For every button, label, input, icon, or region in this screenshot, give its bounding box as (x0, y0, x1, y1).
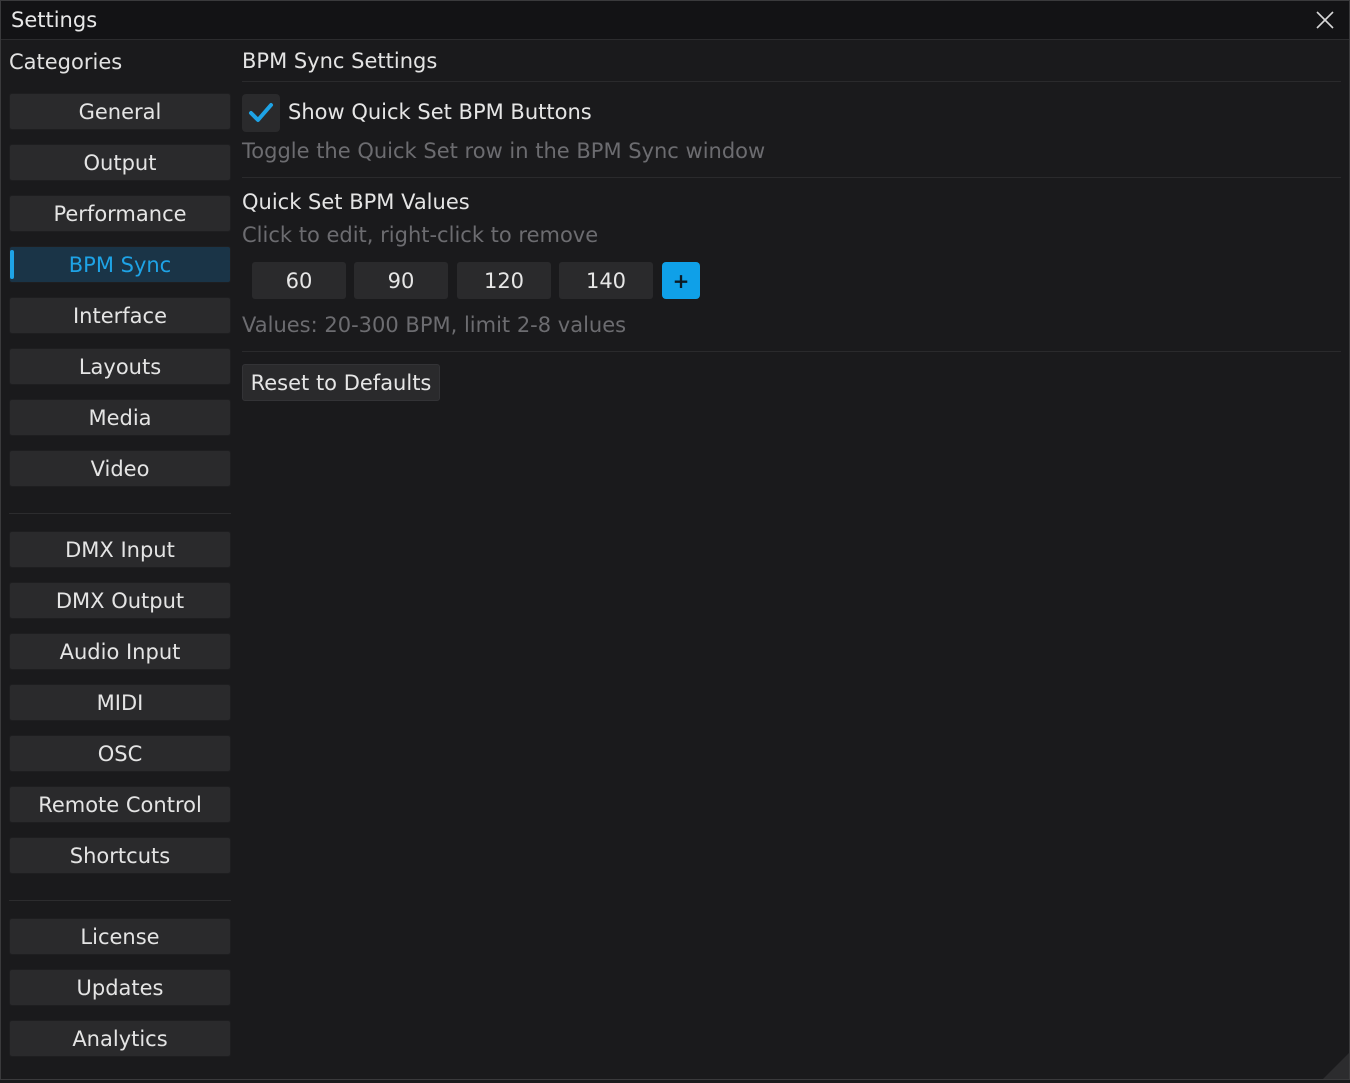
nav-label: Analytics (72, 1026, 168, 1051)
section-divider (242, 81, 1341, 82)
nav-interface[interactable]: Interface (9, 297, 231, 334)
bpm-value-button[interactable]: 120 (457, 262, 551, 299)
nav-bpm-sync[interactable]: BPM Sync (9, 246, 231, 283)
close-icon[interactable] (1313, 8, 1337, 32)
nav-label: OSC (97, 741, 143, 766)
nav-label: Updates (76, 975, 164, 1000)
nav-audio-input[interactable]: Audio Input (9, 633, 231, 670)
nav-label: BPM Sync (68, 252, 172, 277)
nav-label: Remote Control (38, 792, 202, 817)
nav-label: Performance (53, 201, 187, 226)
nav-media[interactable]: Media (9, 399, 231, 436)
nav-label: Output (83, 150, 157, 175)
checkmark-icon (249, 103, 273, 122)
sidebar-divider (9, 900, 231, 901)
nav-general[interactable]: General (9, 93, 231, 130)
bpm-value-button[interactable]: 60 (252, 262, 346, 299)
nav-shortcuts[interactable]: Shortcuts (9, 837, 231, 874)
nav-label: DMX Output (55, 588, 185, 613)
nav-analytics[interactable]: Analytics (9, 1020, 231, 1057)
sidebar-divider (9, 513, 231, 514)
nav-label: Video (90, 456, 150, 481)
nav-video[interactable]: Video (9, 450, 231, 487)
nav-midi[interactable]: MIDI (9, 684, 231, 721)
nav-performance[interactable]: Performance (9, 195, 231, 232)
quick-set-title: Quick Set BPM Values (242, 190, 470, 214)
section-divider (242, 351, 1341, 352)
nav-license[interactable]: License (9, 918, 231, 955)
nav-label: Audio Input (59, 639, 181, 664)
nav-osc[interactable]: OSC (9, 735, 231, 772)
title-bar[interactable]: Settings (1, 1, 1349, 40)
nav-updates[interactable]: Updates (9, 969, 231, 1006)
settings-window: Settings Categories General Output Perfo… (0, 0, 1350, 1080)
window-title: Settings (11, 8, 98, 32)
nav-label: Media (88, 405, 152, 430)
show-quick-set-label[interactable]: Show Quick Set BPM Buttons (288, 100, 592, 124)
resize-grip-icon[interactable] (1323, 1053, 1349, 1079)
nav-label: Shortcuts (69, 843, 171, 868)
bpm-value-button[interactable]: 140 (559, 262, 653, 299)
quick-set-hint: Click to edit, right-click to remove (242, 223, 599, 247)
nav-label: General (78, 99, 162, 124)
nav-remote-control[interactable]: Remote Control (9, 786, 231, 823)
nav-label: MIDI (96, 690, 144, 715)
nav-dmx-output[interactable]: DMX Output (9, 582, 231, 619)
bpm-value-button[interactable]: 90 (354, 262, 448, 299)
nav-label: License (80, 924, 160, 949)
nav-output[interactable]: Output (9, 144, 231, 181)
add-bpm-button[interactable]: + (662, 262, 700, 299)
quick-set-limits: Values: 20-300 BPM, limit 2-8 values (242, 313, 627, 337)
nav-label: Interface (72, 303, 168, 328)
page-title: BPM Sync Settings (242, 49, 438, 73)
nav-dmx-input[interactable]: DMX Input (9, 531, 231, 568)
nav-label: DMX Input (65, 537, 175, 562)
nav-label: Layouts (78, 354, 162, 379)
categories-heading: Categories (9, 50, 123, 74)
section-divider (242, 177, 1341, 178)
show-quick-set-hint: Toggle the Quick Set row in the BPM Sync… (242, 139, 766, 163)
reset-defaults-button[interactable]: Reset to Defaults (242, 364, 440, 401)
nav-layouts[interactable]: Layouts (9, 348, 231, 385)
show-quick-set-checkbox[interactable] (242, 94, 280, 132)
